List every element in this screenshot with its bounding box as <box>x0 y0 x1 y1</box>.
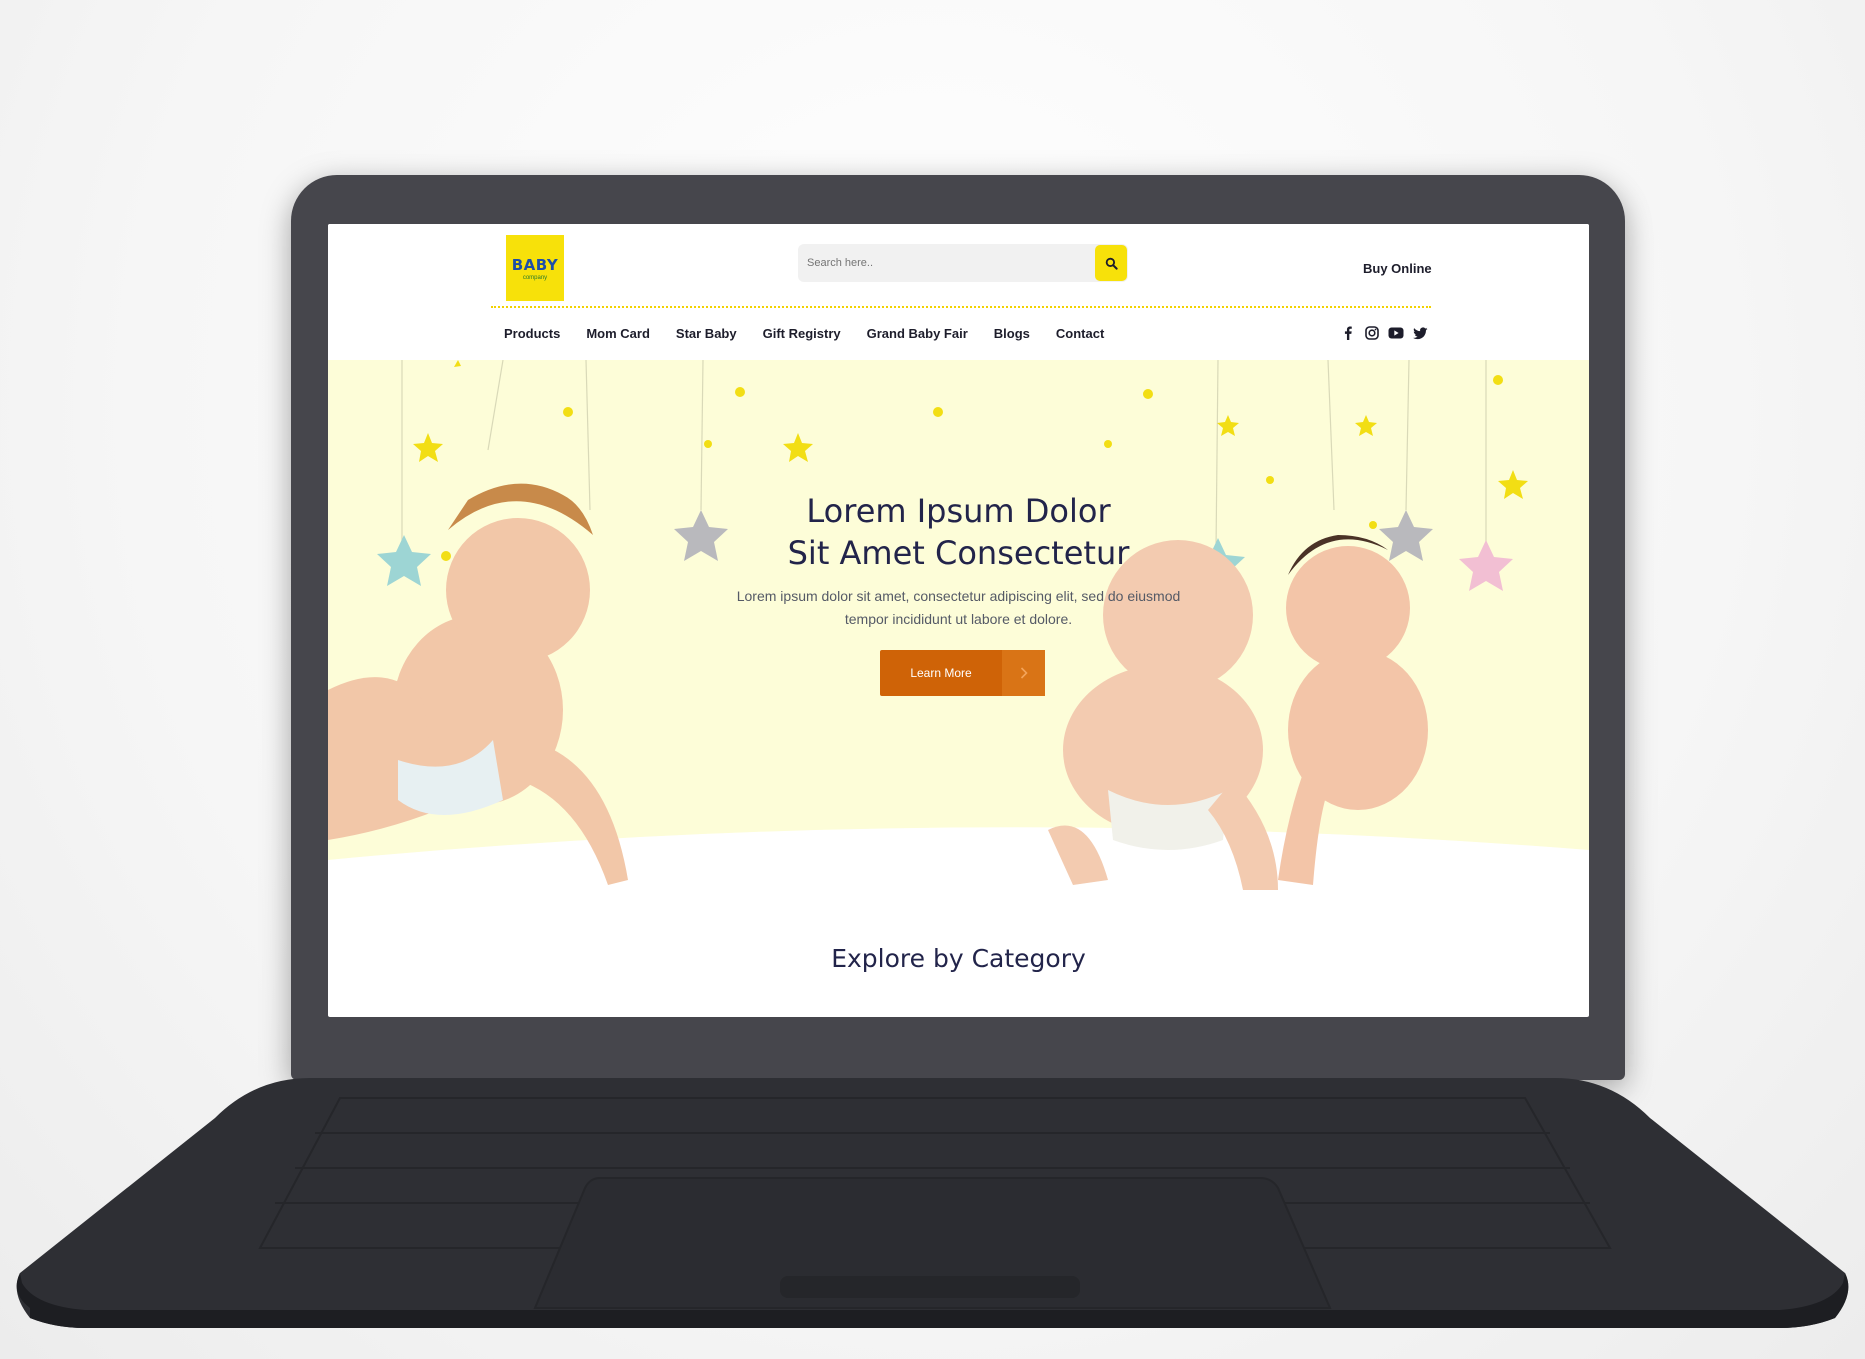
laptop-lid: BABY company Buy Online Products <box>291 175 1625 1080</box>
hero-title-line-2: Sit Amet Consectetur <box>787 534 1130 572</box>
logo-subtext: company <box>522 274 548 281</box>
search-button[interactable] <box>1095 245 1127 281</box>
search-bar <box>798 244 1128 282</box>
site-header: BABY company Buy Online Products <box>328 224 1589 364</box>
laptop-screen: BABY company Buy Online Products <box>328 224 1589 1017</box>
logo[interactable]: BABY company <box>506 235 564 301</box>
nav-item-contact[interactable]: Contact <box>1056 326 1104 341</box>
hero-title-line-1: Lorem Ipsum Dolor <box>806 492 1111 530</box>
buy-online-link[interactable]: Buy Online <box>1363 261 1432 276</box>
laptop-base <box>10 1078 1855 1328</box>
logo-text: BABY <box>511 255 559 274</box>
hero-subtitle-line-2: tempor incididunt ut labore et dolore. <box>844 611 1073 627</box>
nav-item-star-baby[interactable]: Star Baby <box>676 326 737 341</box>
explore-category-heading: Explore by Category <box>831 944 1086 973</box>
youtube-icon[interactable] <box>1388 325 1404 341</box>
hero-subtitle: Lorem ipsum dolor sit amet, consectetur … <box>328 585 1589 631</box>
search-input[interactable] <box>798 244 1095 282</box>
nav-item-mom-card[interactable]: Mom Card <box>586 326 650 341</box>
mockup-stage: BABY company Buy Online Products <box>0 0 1865 1359</box>
hero-background <box>328 360 1589 890</box>
hero-section: Lorem Ipsum Dolor Sit Amet Consectetur L… <box>328 360 1589 920</box>
learn-more-label: Learn More <box>910 666 972 680</box>
nav-item-blogs[interactable]: Blogs <box>994 326 1030 341</box>
nav-item-products[interactable]: Products <box>504 326 560 341</box>
search-icon <box>1105 257 1118 270</box>
twitter-icon[interactable] <box>1412 325 1428 341</box>
hero-title: Lorem Ipsum Dolor Sit Amet Consectetur <box>328 490 1589 574</box>
chevron-right-icon <box>1002 650 1045 696</box>
hero-subtitle-line-1: Lorem ipsum dolor sit amet, consectetur … <box>736 588 1181 604</box>
learn-more-button[interactable]: Learn More <box>880 650 1045 696</box>
header-divider <box>491 306 1431 308</box>
nav-item-gift-registry[interactable]: Gift Registry <box>763 326 841 341</box>
social-links <box>1340 325 1428 341</box>
instagram-icon[interactable] <box>1364 325 1380 341</box>
facebook-icon[interactable] <box>1340 325 1356 341</box>
nav-item-grand-baby-fair[interactable]: Grand Baby Fair <box>867 326 968 341</box>
main-nav: Products Mom Card Star Baby Gift Registr… <box>504 326 1104 341</box>
